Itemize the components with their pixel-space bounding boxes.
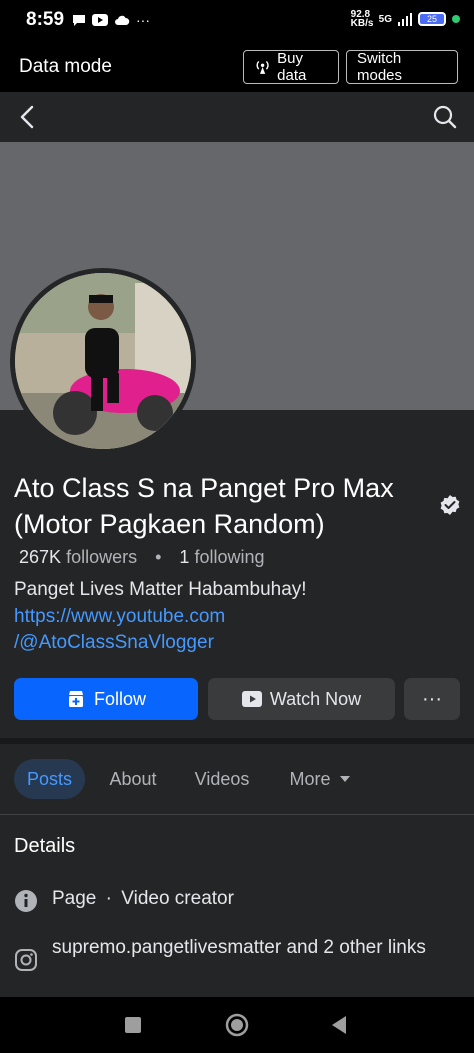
follow-stats: 267K followers • 1 following — [19, 547, 264, 568]
system-indicators: 92.8 KB/s 5G 25 — [350, 9, 460, 29]
status-bar: 8:59 ··· 92.8 KB/s 5G 25 — [0, 0, 474, 42]
watch-now-label: Watch Now — [269, 688, 362, 709]
tab-posts-label: Posts — [26, 768, 73, 789]
message-icon — [73, 14, 85, 26]
details-title: Details — [14, 835, 76, 857]
cloud-icon — [115, 15, 130, 25]
switch-modes-label: Switch modes — [357, 50, 403, 84]
following-label: following — [194, 547, 265, 567]
home-icon[interactable] — [223, 1011, 251, 1039]
recent-apps-icon[interactable] — [119, 1011, 147, 1039]
tab-more-label: More — [289, 768, 331, 789]
network-type: 5G — [378, 13, 392, 25]
tabs-divider — [0, 814, 474, 815]
page-type-text: Page · Video creator — [52, 888, 234, 910]
tab-about-label: About — [109, 768, 157, 789]
info-icon — [15, 890, 37, 912]
instagram-icon — [15, 949, 37, 971]
profile-bio: Panget Lives Matter Habambuhay! — [14, 579, 307, 600]
profile-link-line1: https://www.youtube.com — [14, 606, 226, 627]
links-text: supremo.pangetlivesmatter and 2 other li… — [52, 937, 426, 958]
tab-posts[interactable]: Posts — [14, 759, 85, 799]
followers-stat[interactable]: 267K followers — [19, 547, 137, 568]
detail-page-row: Page · Video creator — [14, 888, 234, 913]
tab-more[interactable]: More — [277, 759, 363, 799]
net-speed: 92.8 KB/s — [350, 9, 374, 29]
more-options-label: ··· — [422, 687, 442, 710]
verified-badge-icon[interactable] — [439, 494, 461, 516]
nav-bar — [0, 92, 474, 142]
profile-avatar[interactable] — [10, 268, 196, 454]
tab-about[interactable]: About — [100, 759, 166, 799]
page-type-separator: · — [105, 888, 112, 909]
notification-icons: ··· — [72, 12, 150, 28]
page-category: Video creator — [121, 888, 234, 909]
data-mode-bar: Data mode Buy data Switch modes — [0, 42, 474, 92]
follow-label: Follow — [93, 688, 146, 709]
following-stat[interactable]: 1 following — [179, 547, 264, 568]
watch-now-button[interactable]: Watch Now — [208, 678, 395, 720]
followers-count: 267K — [19, 547, 62, 567]
follow-button[interactable]: Follow — [14, 678, 198, 720]
more-notifications-icon: ··· — [136, 12, 150, 28]
tab-videos[interactable]: Videos — [186, 759, 258, 799]
youtube-icon — [92, 14, 108, 26]
back-nav-icon[interactable] — [326, 1011, 354, 1039]
following-count: 1 — [179, 547, 190, 567]
followers-label: followers — [66, 547, 138, 567]
broadcast-icon — [256, 60, 269, 74]
more-options-button[interactable]: ··· — [404, 678, 460, 720]
back-arrow-icon[interactable] — [16, 104, 42, 130]
detail-links-row[interactable]: supremo.pangetlivesmatter and 2 other li… — [14, 936, 434, 972]
profile-link[interactable]: https://www.youtube.com /@AtoClassSnaVlo… — [14, 604, 225, 656]
search-icon[interactable] — [432, 104, 458, 130]
battery-indicator: 25 — [418, 12, 446, 26]
profile-link-line2: /@AtoClassSnaVlogger — [14, 632, 214, 653]
data-mode-title: Data mode — [19, 56, 112, 77]
profile-name: Ato Class S na Panget Pro Max (Motor Pag… — [14, 473, 394, 539]
status-time: 8:59 — [26, 9, 65, 30]
play-video-icon — [241, 691, 262, 707]
caret-down-icon — [339, 776, 350, 782]
system-nav-bar — [0, 997, 474, 1053]
signal-icon — [398, 12, 412, 26]
buy-data-button[interactable]: Buy data — [243, 50, 339, 84]
profile-tabs: Posts About Videos More — [0, 744, 474, 814]
buy-data-label: Buy data — [277, 50, 307, 84]
page-type: Page — [52, 888, 97, 909]
privacy-dot — [452, 15, 460, 23]
switch-modes-button[interactable]: Switch modes — [346, 50, 458, 84]
tab-videos-label: Videos — [194, 768, 250, 789]
avatar-photo — [15, 273, 191, 449]
follow-page-icon — [68, 691, 83, 707]
stats-separator: • — [155, 547, 162, 567]
